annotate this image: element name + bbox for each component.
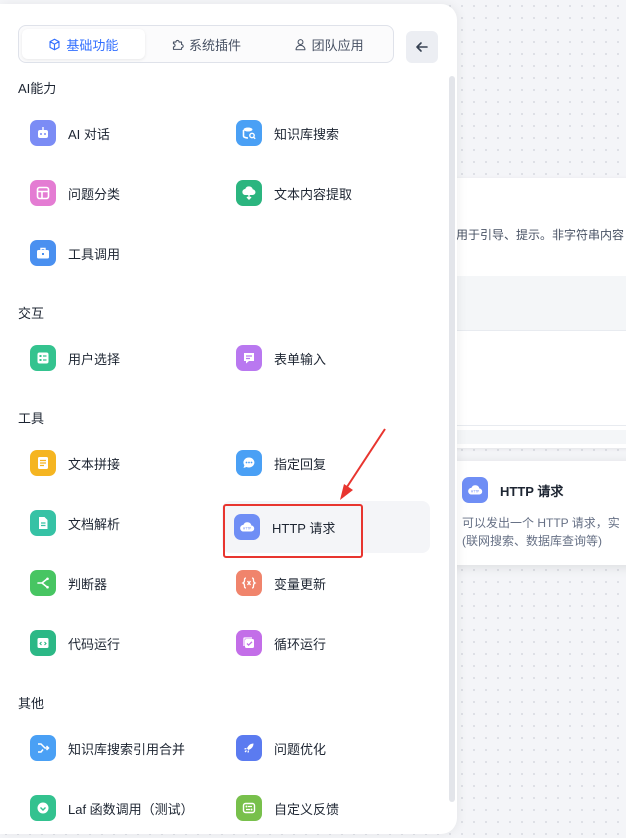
- module-label: 代码运行: [68, 636, 121, 652]
- section-title-interaction: 交互: [18, 306, 45, 321]
- svg-text:HTTP: HTTP: [471, 490, 479, 494]
- module-label: 自定义反馈: [274, 801, 340, 817]
- rocket-icon: [236, 735, 262, 761]
- module-ai-chat[interactable]: AI 对话: [18, 111, 218, 155]
- tab-system-plugins[interactable]: 系统插件: [145, 29, 268, 59]
- module-code-run[interactable]: 代码运行: [18, 621, 218, 665]
- tab-team-apps[interactable]: 团队应用: [267, 29, 390, 59]
- module-text-concat[interactable]: 文本拼接: [18, 441, 218, 485]
- module-http-request[interactable]: HTTP HTTP 请求: [222, 501, 430, 553]
- background-canvas-node: 用于引导、提示。非字符串内容: [440, 178, 626, 448]
- module-label: 表单输入: [274, 351, 327, 367]
- tab-label: 团队应用: [311, 37, 364, 53]
- module-doc-parse[interactable]: 文档解析: [18, 501, 218, 545]
- annotation-arrow: [340, 428, 386, 500]
- module-label: 知识库搜索: [274, 126, 340, 142]
- cloud-extract-icon: [236, 180, 262, 206]
- section-title-other: 其他: [18, 696, 45, 711]
- module-kb-merge[interactable]: 知识库搜索引用合并: [18, 726, 218, 770]
- tab-label: 基础功能: [66, 37, 119, 53]
- document-icon: [30, 510, 56, 536]
- module-question-classify[interactable]: 问题分类: [18, 171, 218, 215]
- tooltip-description: 可以发出一个 HTTP 请求，实 (联网搜索、数据库查询等): [462, 514, 620, 550]
- module-label: 变量更新: [274, 576, 327, 592]
- variable-braces-icon: [236, 570, 262, 596]
- section-title-tools: 工具: [18, 411, 45, 426]
- section-title-ai: AI能力: [18, 81, 57, 96]
- module-var-update[interactable]: 变量更新: [224, 561, 424, 605]
- laf-heart-icon: [30, 795, 56, 821]
- module-kb-search[interactable]: 知识库搜索: [224, 111, 424, 155]
- module-label: 问题分类: [68, 186, 121, 202]
- module-label: 判断器: [68, 576, 108, 592]
- http-cloud-icon: HTTP: [462, 477, 488, 503]
- background-node-input-area: [456, 330, 626, 426]
- toolbox-icon: [30, 240, 56, 266]
- arrow-left-icon: [416, 42, 428, 52]
- module-label: Laf 函数调用（测试）: [68, 801, 194, 817]
- module-loop-run[interactable]: 循环运行: [224, 621, 424, 665]
- module-label: 问题优化: [274, 741, 327, 757]
- module-judger[interactable]: 判断器: [18, 561, 218, 605]
- chat-bubble-icon: [236, 450, 262, 476]
- checklist-icon: [30, 345, 56, 371]
- collapse-back-button[interactable]: [406, 31, 438, 63]
- module-assigned-reply[interactable]: 指定回复: [224, 441, 424, 485]
- module-label: 文档解析: [68, 516, 121, 532]
- tab-label: 系统插件: [189, 37, 242, 53]
- background-node-band: [440, 276, 626, 330]
- loop-check-icon: [236, 630, 262, 656]
- module-text-extract[interactable]: 文本内容提取: [224, 171, 424, 215]
- module-label: 工具调用: [68, 246, 121, 262]
- code-window-icon: [30, 630, 56, 656]
- module-label: 用户选择: [68, 351, 121, 367]
- message-form-icon: [236, 345, 262, 371]
- tooltip-desc-line: (联网搜索、数据库查询等): [462, 534, 602, 548]
- cube-icon: [49, 38, 60, 50]
- module-label: 指定回复: [274, 456, 327, 472]
- module-label: 文本内容提取: [274, 186, 353, 202]
- tab-basic-functions[interactable]: 基础功能: [22, 29, 145, 59]
- user-icon: [295, 38, 306, 50]
- robot-icon: [30, 120, 56, 146]
- module-custom-feedback[interactable]: 自定义反馈: [224, 786, 424, 830]
- module-picker-panel: 基础功能 系统插件 团队应用 AI能力 AI 对话 知识库搜索 问题分类 文本内…: [0, 4, 457, 834]
- module-label: HTTP 请求: [272, 520, 336, 536]
- module-label: 文本拼接: [68, 456, 121, 472]
- http-request-tooltip: HTTP HTTP 请求 可以发出一个 HTTP 请求，实 (联网搜索、数据库查…: [446, 461, 626, 565]
- module-tool-call[interactable]: 工具调用: [18, 231, 218, 275]
- database-search-icon: [236, 120, 262, 146]
- branch-icon: [30, 570, 56, 596]
- module-tabs: 基础功能 系统插件 团队应用: [18, 25, 394, 63]
- feedback-icon: [236, 795, 262, 821]
- module-laf-call[interactable]: Laf 函数调用（测试）: [18, 786, 228, 830]
- puzzle-icon: [172, 39, 184, 50]
- module-label: 知识库搜索引用合并: [68, 741, 186, 757]
- module-label: 循环运行: [274, 636, 327, 652]
- module-user-select[interactable]: 用户选择: [18, 336, 218, 380]
- module-question-optimize[interactable]: 问题优化: [224, 726, 424, 770]
- background-node-text: 用于引导、提示。非字符串内容: [456, 228, 625, 242]
- layout-icon: [30, 180, 56, 206]
- module-form-input[interactable]: 表单输入: [224, 336, 424, 380]
- background-node-band: [440, 430, 626, 444]
- tooltip-desc-line: 可以发出一个 HTTP 请求，实: [462, 516, 620, 530]
- tooltip-title: HTTP 请求: [500, 483, 564, 499]
- module-label: AI 对话: [68, 126, 110, 142]
- merge-icon: [30, 735, 56, 761]
- document-lines-icon: [30, 450, 56, 476]
- scrollbar[interactable]: [449, 76, 455, 802]
- http-cloud-icon: HTTP: [234, 514, 260, 540]
- svg-text:HTTP: HTTP: [243, 527, 251, 531]
